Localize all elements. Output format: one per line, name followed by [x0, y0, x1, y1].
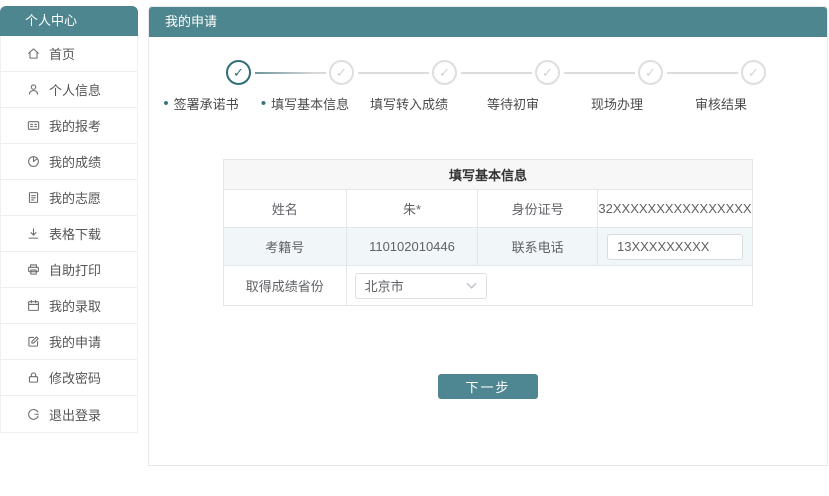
name-value: 朱*	[346, 190, 478, 228]
check-circle-icon	[638, 60, 663, 85]
exam-number-value: 110102010446	[346, 228, 478, 266]
edit-icon	[27, 335, 40, 348]
sidebar-item-label: 修改密码	[49, 368, 101, 387]
province-label: 取得成绩省份	[224, 266, 347, 306]
province-select[interactable]: 北京市	[355, 273, 487, 299]
sidebar-item-profile[interactable]: 个人信息	[1, 72, 137, 108]
pie-chart-icon	[27, 155, 40, 168]
download-icon	[27, 227, 40, 240]
sidebar-item-label: 个人信息	[49, 80, 101, 99]
sidebar-item-label: 我的录取	[49, 296, 101, 315]
check-circle-icon	[226, 60, 251, 85]
step-label: 现场办理	[565, 94, 669, 113]
sidebar-nav: 首页 个人信息 我的报考 我的成绩 我的志愿	[0, 36, 138, 433]
stepper-circles	[187, 60, 827, 85]
phone-input[interactable]	[607, 234, 743, 260]
step-2-basic-info	[290, 60, 393, 85]
sidebar-item-logout[interactable]: 退出登录	[1, 396, 137, 432]
sidebar-item-label: 退出登录	[49, 405, 101, 424]
sidebar-item-label: 我的成绩	[49, 152, 101, 171]
check-circle-icon	[329, 60, 354, 85]
phone-cell	[597, 228, 752, 266]
id-card-icon	[27, 119, 40, 132]
province-cell: 北京市	[346, 266, 752, 306]
check-circle-icon	[432, 60, 457, 85]
sidebar-item-self-print[interactable]: 自助打印	[1, 252, 137, 288]
sidebar-item-registration[interactable]: 我的报考	[1, 108, 137, 144]
sidebar-item-label: 我的申请	[49, 332, 101, 351]
document-icon	[27, 191, 40, 204]
id-number-label: 身份证号	[478, 190, 598, 228]
check-circle-icon	[741, 60, 766, 85]
sidebar-item-home[interactable]: 首页	[1, 36, 137, 72]
sidebar-item-label: 自助打印	[49, 260, 101, 279]
exam-number-label: 考籍号	[224, 228, 347, 266]
sidebar-item-scores[interactable]: 我的成绩	[1, 144, 137, 180]
basic-info-table: 填写基本信息 姓名 朱* 身份证号 32XXXXXXXXXXXXXXXX 考籍号…	[223, 159, 753, 306]
step-label: 签署承诺书	[149, 94, 253, 113]
main-panel: 我的申请 签署承诺书 填写基本信息 填写转入	[148, 6, 828, 466]
stepper: 签署承诺书 填写基本信息 填写转入成绩 等待初审 现场办理 审核结果	[149, 60, 827, 113]
sidebar-item-label: 我的报考	[49, 116, 101, 135]
sidebar-item-change-password[interactable]: 修改密码	[1, 360, 137, 396]
table-row: 取得成绩省份 北京市	[224, 266, 753, 306]
step-label: 填写基本信息	[253, 94, 357, 113]
sidebar: 个人中心 首页 个人信息 我的报考 我的成绩	[0, 6, 138, 433]
name-label: 姓名	[224, 190, 347, 228]
sidebar-item-label: 我的志愿	[49, 188, 101, 207]
step-label: 等待初审	[461, 94, 565, 113]
sidebar-item-label: 表格下载	[49, 224, 101, 243]
chevron-down-icon	[466, 282, 477, 289]
logout-icon	[27, 408, 40, 421]
step-label: 填写转入成绩	[357, 94, 461, 113]
step-label: 审核结果	[669, 94, 773, 113]
step-1-sign-commitment	[187, 60, 290, 85]
sidebar-item-preferences[interactable]: 我的志愿	[1, 180, 137, 216]
lock-icon	[27, 371, 40, 384]
sidebar-item-label: 首页	[49, 44, 75, 63]
step-4-initial-review	[496, 60, 599, 85]
form-title: 填写基本信息	[224, 160, 753, 190]
sidebar-title: 个人中心	[0, 6, 138, 36]
step-6-review-result	[702, 60, 805, 85]
step-5-onsite-processing	[599, 60, 702, 85]
check-circle-icon	[535, 60, 560, 85]
user-icon	[27, 83, 40, 96]
sidebar-item-admission[interactable]: 我的录取	[1, 288, 137, 324]
phone-label: 联系电话	[478, 228, 598, 266]
printer-icon	[27, 263, 40, 276]
home-icon	[27, 47, 40, 60]
sidebar-item-form-download[interactable]: 表格下载	[1, 216, 137, 252]
panel-title: 我的申请	[149, 7, 827, 37]
table-row: 考籍号 110102010446 联系电话	[224, 228, 753, 266]
next-button[interactable]: 下一步	[438, 374, 538, 399]
id-number-value: 32XXXXXXXXXXXXXXXX	[597, 190, 752, 228]
stepper-labels: 签署承诺书 填写基本信息 填写转入成绩 等待初审 现场办理 审核结果	[149, 94, 827, 113]
table-row: 姓名 朱* 身份证号 32XXXXXXXXXXXXXXXX	[224, 190, 753, 228]
province-select-value: 北京市	[365, 276, 404, 295]
calendar-icon	[27, 299, 40, 312]
sidebar-item-application[interactable]: 我的申请	[1, 324, 137, 360]
step-3-transfer-scores	[393, 60, 496, 85]
